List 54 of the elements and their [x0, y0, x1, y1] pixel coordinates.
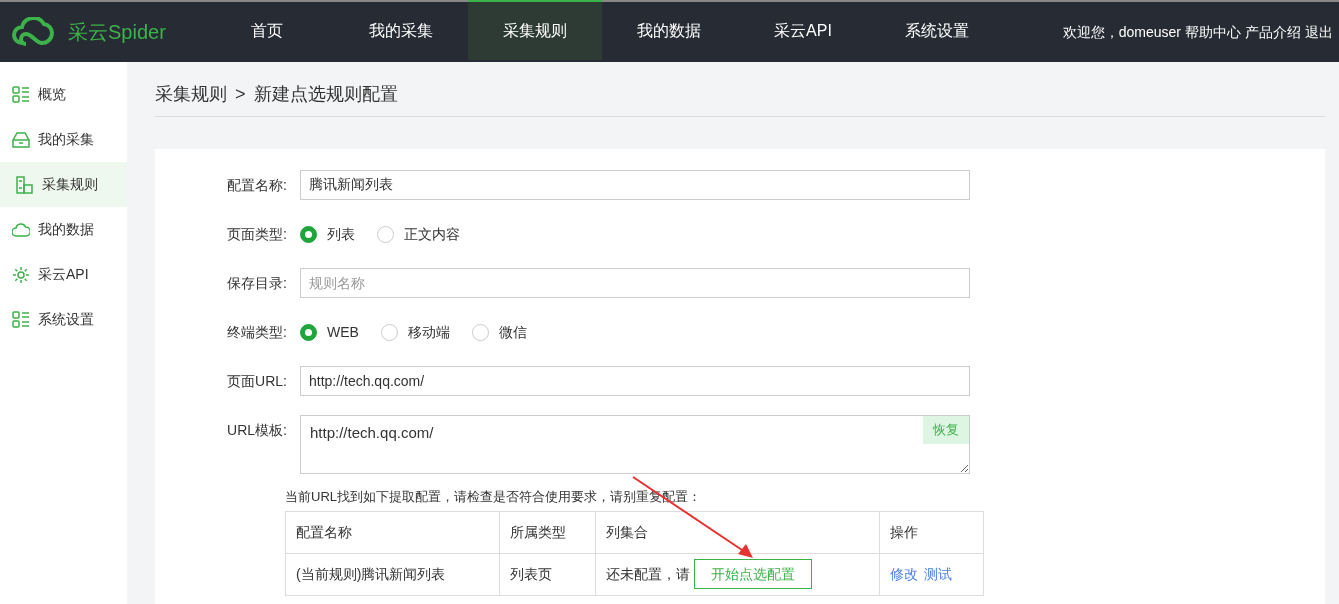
sidebar-item[interactable]: 系统设置	[0, 297, 127, 342]
radio-option[interactable]: WEB	[300, 321, 359, 343]
sidebar-item[interactable]: 我的采集	[0, 117, 127, 162]
field-label: 配置名称:	[226, 176, 288, 195]
list-icon	[12, 85, 30, 104]
sidebar-item[interactable]: 采集规则	[0, 162, 127, 207]
radio-button[interactable]	[471, 323, 489, 341]
welcome-text: 欢迎您，domeuser	[1062, 22, 1181, 42]
radio-button[interactable]	[377, 225, 394, 243]
header-link[interactable]: 退出	[1305, 21, 1333, 43]
nav-tab[interactable]: 系统设置	[870, 0, 1004, 60]
inbox-icon	[12, 130, 30, 149]
breadcrumb-separator: >	[235, 83, 246, 106]
input-field[interactable]: http://tech.qq.com/	[300, 366, 970, 396]
nav-tab[interactable]: 我的采集	[334, 0, 468, 60]
action-link[interactable]: 修改	[890, 563, 918, 585]
radio-button[interactable]	[380, 323, 398, 341]
table-cell: 列表页	[499, 553, 596, 595]
settings-icon	[12, 265, 30, 284]
column-header: 所属类型	[499, 511, 596, 553]
radio-button[interactable]	[300, 225, 317, 243]
breadcrumb-link[interactable]: 采集规则	[155, 81, 227, 108]
column-header: 配置名称	[285, 511, 500, 553]
field-label: 终端类型:	[226, 323, 288, 342]
field-label: 页面URL:	[226, 372, 288, 391]
table-cell: (当前规则)腾讯新闻列表	[285, 553, 500, 595]
blocks-icon	[16, 175, 34, 194]
input-field[interactable]: 腾讯新闻列表	[300, 170, 970, 200]
field-label: 页面类型:	[226, 225, 288, 244]
header-link[interactable]: 帮助中心	[1185, 21, 1241, 43]
column-header: 列集合	[595, 511, 880, 553]
field-label: 保存目录:	[226, 274, 288, 293]
breadcrumb-current: 新建点选规则配置	[253, 83, 398, 106]
radio-button[interactable]	[300, 323, 317, 341]
list-icon	[12, 310, 30, 329]
nav-tab[interactable]: 首页	[200, 0, 334, 60]
radio-option[interactable]: 正文内容	[377, 223, 460, 245]
sidebar-item[interactable]: 我的数据	[0, 207, 127, 252]
column-header: 操作	[879, 511, 984, 553]
nav-tab[interactable]: 采云API	[736, 0, 870, 60]
input-field[interactable]: 规则名称	[300, 268, 970, 298]
action-link[interactable]: 测试	[924, 563, 952, 585]
radio-option[interactable]: 移动端	[380, 321, 450, 343]
sidebar-item[interactable]: 概览	[0, 72, 127, 117]
radio-option[interactable]: 列表	[300, 223, 355, 245]
brand-name: 采云Spider	[68, 20, 166, 45]
field-label: URL模板:	[226, 421, 288, 440]
cloud-icon	[12, 220, 30, 239]
nav-tab[interactable]: 我的数据	[602, 0, 736, 60]
nav-tab[interactable]: 采集规则	[468, 0, 602, 60]
sidebar-item[interactable]: 采云API	[0, 252, 127, 297]
header-link[interactable]: 产品介绍	[1245, 21, 1301, 43]
radio-option[interactable]: 微信	[471, 321, 527, 343]
status-text: 还未配置，请	[606, 564, 690, 584]
